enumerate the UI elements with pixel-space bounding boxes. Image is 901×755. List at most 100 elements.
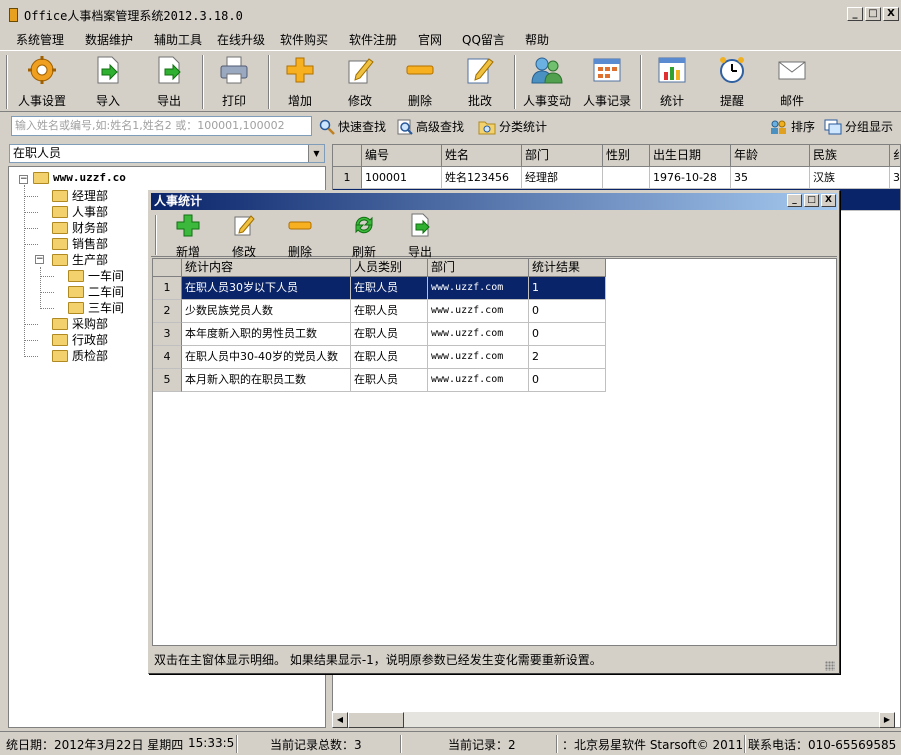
column-header[interactable]: 年龄 bbox=[731, 145, 810, 167]
toolbar-export-button[interactable]: 导出 bbox=[140, 55, 198, 109]
toolbar-print-button[interactable]: 打印 bbox=[205, 55, 263, 109]
tree-item-hr-dept[interactable]: 人事部 bbox=[52, 203, 108, 220]
minimize-button[interactable]: _ bbox=[847, 7, 863, 21]
dialog-refresh-button[interactable]: 刷新 bbox=[339, 213, 389, 259]
tree-production-collapse-toggle[interactable]: − bbox=[35, 255, 44, 264]
people-icon bbox=[531, 57, 563, 84]
column-header[interactable]: 统计结果 bbox=[529, 259, 606, 277]
grid-header: 编号 姓名 部门 性别 出生日期 年龄 民族 纟 bbox=[333, 145, 900, 167]
column-header[interactable]: 民族 bbox=[810, 145, 890, 167]
toolbar-personnel-records-button[interactable]: 人事记录 bbox=[578, 55, 636, 109]
tree-root-collapse-toggle[interactable]: − bbox=[19, 175, 28, 184]
records-icon bbox=[593, 58, 621, 82]
window-title: Office人事档案管理系统2012.3.18.0 bbox=[24, 9, 243, 23]
folder-icon bbox=[52, 317, 68, 330]
tree-item-manager-dept[interactable]: 经理部 bbox=[52, 187, 108, 204]
main-toolbar: 人事设置 导入 导出 打印 增加 修改 删除 批改 人事变动 人事记录 统计 提… bbox=[0, 50, 901, 112]
menu-website[interactable]: 官网 bbox=[418, 31, 442, 48]
batch-edit-icon bbox=[467, 58, 494, 84]
tree-item-workshop-1[interactable]: 一车间 bbox=[68, 267, 124, 284]
edit-icon bbox=[234, 215, 255, 236]
column-header[interactable]: 人员类别 bbox=[351, 259, 428, 277]
scroll-right-icon[interactable]: ▶ bbox=[879, 712, 895, 728]
maximize-button[interactable]: □ bbox=[865, 7, 881, 21]
toolbar-hr-settings-button[interactable]: 人事设置 bbox=[13, 55, 71, 109]
menu-upgrade[interactable]: 在线升级 bbox=[217, 31, 265, 48]
toolbar-reminder-button[interactable]: 提醒 bbox=[703, 55, 761, 109]
sort-button[interactable]: 排序 bbox=[770, 118, 815, 135]
app-icon bbox=[9, 8, 18, 22]
menu-qq-message[interactable]: QQ留言 bbox=[462, 31, 505, 48]
dialog-delete-button[interactable]: 删除 bbox=[275, 213, 325, 259]
minus-icon bbox=[288, 221, 312, 230]
tree-item-workshop-2[interactable]: 二车间 bbox=[68, 283, 124, 300]
menu-register[interactable]: 软件注册 bbox=[349, 31, 397, 48]
toolbar-batch-edit-button[interactable]: 批改 bbox=[451, 55, 509, 109]
tree-item-finance-dept[interactable]: 财务部 bbox=[52, 219, 108, 236]
chevron-down-icon[interactable]: ▼ bbox=[308, 145, 324, 162]
toolbar-mail-button[interactable]: 邮件 bbox=[763, 55, 821, 109]
menu-help[interactable]: 帮助 bbox=[525, 31, 549, 48]
folder-icon bbox=[52, 333, 68, 346]
column-header[interactable]: 性别 bbox=[603, 145, 650, 167]
menu-buy[interactable]: 软件购买 bbox=[280, 31, 328, 48]
dialog-minimize-button[interactable]: _ bbox=[787, 194, 802, 207]
search-input[interactable]: 输入姓名或编号,如:姓名1,姓名2 或：100001,100002 bbox=[11, 116, 312, 136]
column-header[interactable]: 部门 bbox=[428, 259, 529, 277]
tree-item-purchase-dept[interactable]: 采购部 bbox=[52, 315, 108, 332]
menu-bar: 系统管理 数据维护 辅助工具 在线升级 软件购买 软件注册 官网 QQ留言 帮助 bbox=[0, 28, 901, 49]
folder-open-icon bbox=[33, 171, 49, 184]
grid-corner bbox=[333, 145, 362, 167]
horizontal-scrollbar[interactable]: ◀ ▶ bbox=[332, 711, 895, 728]
menu-system[interactable]: 系统管理 bbox=[16, 31, 64, 48]
scroll-left-icon[interactable]: ◀ bbox=[332, 712, 348, 728]
resize-grip-icon[interactable] bbox=[825, 661, 835, 671]
tree-item-qc-dept[interactable]: 质检部 bbox=[52, 347, 108, 364]
dialog-close-button[interactable]: X bbox=[821, 194, 836, 207]
personnel-type-select[interactable]: 在职人员 ▼ bbox=[9, 144, 325, 163]
group-display-button[interactable]: 分组显示 bbox=[824, 118, 893, 135]
dialog-export-button[interactable]: 导出 bbox=[395, 213, 445, 259]
tree-item-admin-dept[interactable]: 行政部 bbox=[52, 331, 108, 348]
toolbar-add-button[interactable]: 增加 bbox=[271, 55, 329, 109]
column-header[interactable]: 统计内容 bbox=[182, 259, 351, 277]
folder-icon bbox=[52, 189, 68, 202]
column-header[interactable]: 编号 bbox=[362, 145, 442, 167]
advanced-search-button[interactable]: 高级查找 bbox=[397, 118, 464, 135]
toolbar-import-button[interactable]: 导入 bbox=[79, 55, 137, 109]
dialog-edit-button[interactable]: 修改 bbox=[219, 213, 269, 259]
tree-root[interactable]: www.uzzf.co bbox=[33, 171, 126, 184]
toolbar-statistics-button[interactable]: 统计 bbox=[643, 55, 701, 109]
dialog-add-button[interactable]: 新增 bbox=[163, 213, 213, 259]
dialog-maximize-button[interactable]: □ bbox=[804, 194, 819, 207]
classify-statistics-button[interactable]: 分类统计 bbox=[478, 118, 547, 135]
tree-item-workshop-3[interactable]: 三车间 bbox=[68, 299, 124, 316]
status-current-record: 当前记录：2 bbox=[448, 738, 516, 752]
toolbar-edit-button[interactable]: 修改 bbox=[331, 55, 389, 109]
column-header[interactable]: 部门 bbox=[522, 145, 603, 167]
column-header[interactable]: 纟 bbox=[890, 145, 900, 167]
chart-icon bbox=[658, 57, 686, 83]
export-icon bbox=[158, 56, 181, 84]
tree-item-sales-dept[interactable]: 销售部 bbox=[52, 235, 108, 252]
menu-data[interactable]: 数据维护 bbox=[85, 31, 133, 48]
plus-icon bbox=[286, 57, 314, 83]
dialog-title-bar: 人事统计 bbox=[151, 193, 837, 210]
sort-icon bbox=[771, 120, 786, 134]
grid-corner bbox=[153, 259, 182, 277]
column-header[interactable]: 姓名 bbox=[442, 145, 522, 167]
edit-icon bbox=[348, 58, 374, 84]
search-row: 输入姓名或编号,如:姓名1,姓名2 或：100001,100002 快速查找 高… bbox=[0, 113, 901, 139]
scroll-thumb[interactable] bbox=[348, 712, 404, 728]
toolbar-personnel-change-button[interactable]: 人事变动 bbox=[518, 55, 576, 109]
folder-icon bbox=[52, 205, 68, 218]
column-header[interactable]: 出生日期 bbox=[650, 145, 731, 167]
close-button[interactable]: X bbox=[883, 7, 899, 21]
statistics-grid: 统计内容 人员类别 部门 统计结果 1 在职人员30岁以下人员 在职人员 www… bbox=[152, 258, 837, 646]
toolbar-delete-button[interactable]: 删除 bbox=[391, 55, 449, 109]
folder-icon bbox=[52, 349, 68, 362]
tree-item-production-dept[interactable]: 生产部 bbox=[52, 251, 108, 268]
dialog-status-text: 双击在主窗体显示明细。 如果结果显示-1，说明原参数已经发生变化需要重新设置。 bbox=[154, 653, 602, 667]
menu-tools[interactable]: 辅助工具 bbox=[154, 31, 202, 48]
quick-search-button[interactable]: 快速查找 bbox=[319, 118, 386, 135]
